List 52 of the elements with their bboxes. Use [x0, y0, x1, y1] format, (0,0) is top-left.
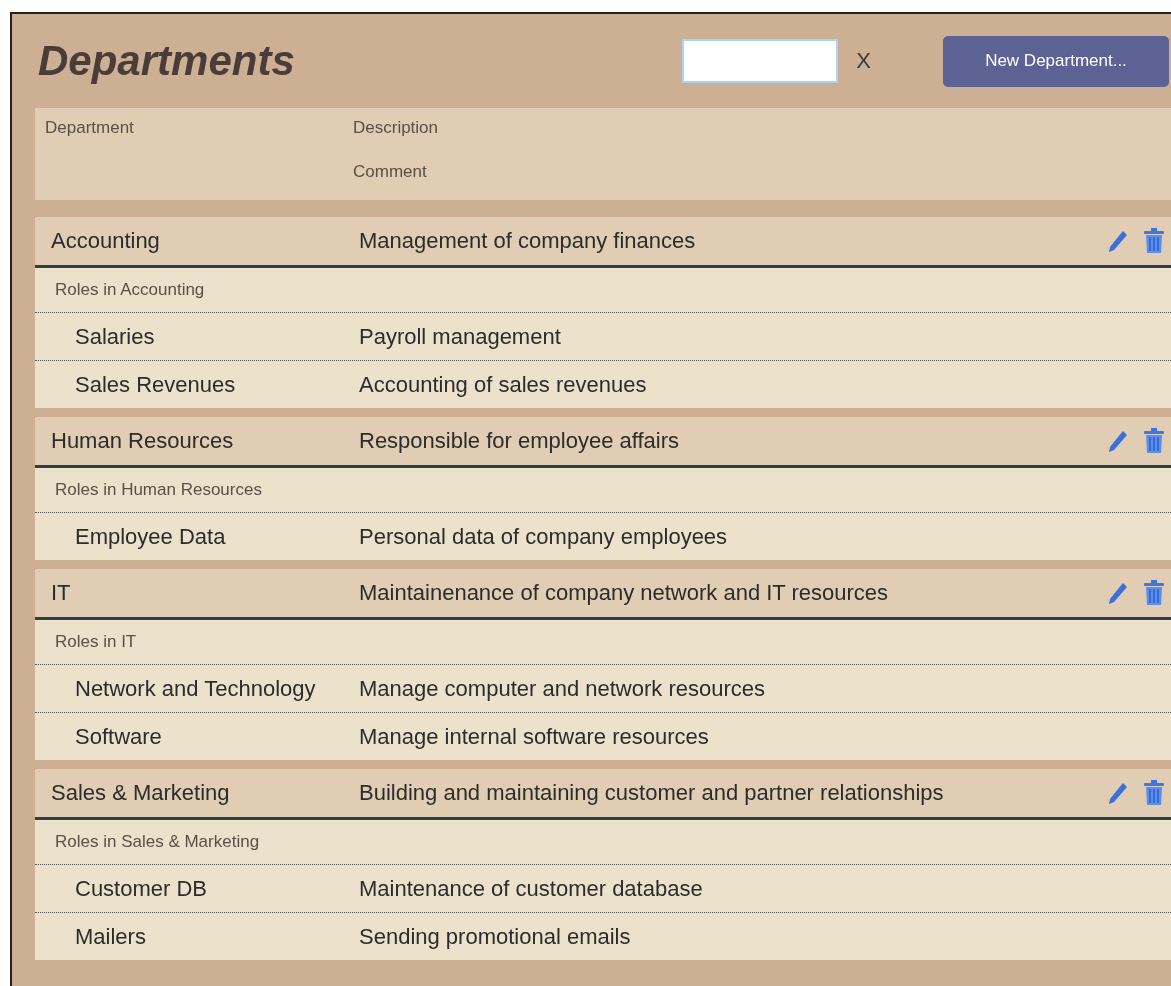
- role-name: Employee Data: [75, 523, 227, 550]
- role-description: Maintenance of customer database: [359, 875, 704, 902]
- department-row[interactable]: IT Maintainenance of company network and IT resources: [35, 569, 1171, 620]
- search-field[interactable]: [682, 39, 839, 83]
- department-description: Maintainenance of company network and IT resources: [359, 580, 890, 606]
- role-row[interactable]: Salaries Payroll management: [35, 313, 1171, 360]
- role-name: Customer DB: [75, 875, 209, 902]
- column-header: Department: [45, 118, 135, 139]
- edit-icon[interactable]: [1107, 781, 1129, 805]
- role-name: Salaries: [75, 323, 156, 350]
- department-description: Responsible for employee affairs: [359, 428, 680, 454]
- roles-label: Roles in Sales & Marketing: [55, 832, 260, 852]
- trash-icon[interactable]: [1143, 780, 1165, 806]
- roles-label: Roles in Accounting: [55, 280, 205, 300]
- new-department-button[interactable]: New Department...: [943, 35, 1169, 87]
- clear-search-button[interactable]: X: [856, 48, 871, 74]
- role-name: Network and Technology: [75, 675, 317, 702]
- trash-icon[interactable]: [1143, 580, 1165, 606]
- role-name: Mailers: [75, 923, 147, 950]
- role-row[interactable]: Employee Data Personal data of company employees: [35, 513, 1171, 560]
- column-header: Comment: [353, 162, 428, 182]
- edit-icon[interactable]: [1107, 229, 1129, 253]
- role-description: Payroll management: [359, 323, 562, 350]
- department-row[interactable]: Human Resources Responsible for employee affairs: [35, 417, 1171, 468]
- role-row[interactable]: Sales Revenues Accounting of sales revenues: [35, 360, 1171, 408]
- department-row[interactable]: Sales & Marketing Building and maintaining customer and partner relationships: [35, 769, 1171, 820]
- role-name: Software: [75, 723, 163, 750]
- department-description: Management of company finances: [359, 228, 697, 254]
- column-header: Description: [353, 118, 440, 138]
- roles-label: Roles in Human Resources: [55, 480, 262, 500]
- trash-icon[interactable]: [1143, 228, 1165, 254]
- roles-label: Roles in IT: [55, 632, 137, 652]
- role-row[interactable]: Mailers Sending promotional emails: [35, 912, 1171, 960]
- role-description: Manage computer and network resources: [359, 675, 766, 702]
- department-name: Accounting: [51, 228, 161, 254]
- edit-icon[interactable]: [1107, 429, 1129, 453]
- department-row[interactable]: Accounting Management of company finances: [35, 217, 1171, 268]
- edit-icon[interactable]: [1107, 581, 1129, 605]
- department-name: IT: [51, 580, 72, 606]
- role-description: Manage internal software resources: [359, 723, 710, 750]
- role-description: Accounting of sales revenues: [359, 371, 648, 398]
- role-name: Sales Revenues: [75, 371, 237, 398]
- page-title: Departments: [38, 37, 296, 85]
- role-row[interactable]: Customer DB Maintenance of customer database: [35, 865, 1171, 912]
- role-row[interactable]: Software Manage internal software resources: [35, 712, 1171, 760]
- trash-icon[interactable]: [1143, 428, 1165, 454]
- role-description: Personal data of company employees: [359, 523, 729, 550]
- role-row[interactable]: Network and Technology Manage computer and network resources: [35, 665, 1171, 712]
- department-name: Human Resources: [51, 428, 235, 454]
- department-name: Sales & Marketing: [51, 780, 231, 806]
- department-description: Building and maintaining customer and partner relationships: [359, 780, 945, 806]
- role-description: Sending promotional emails: [359, 923, 632, 950]
